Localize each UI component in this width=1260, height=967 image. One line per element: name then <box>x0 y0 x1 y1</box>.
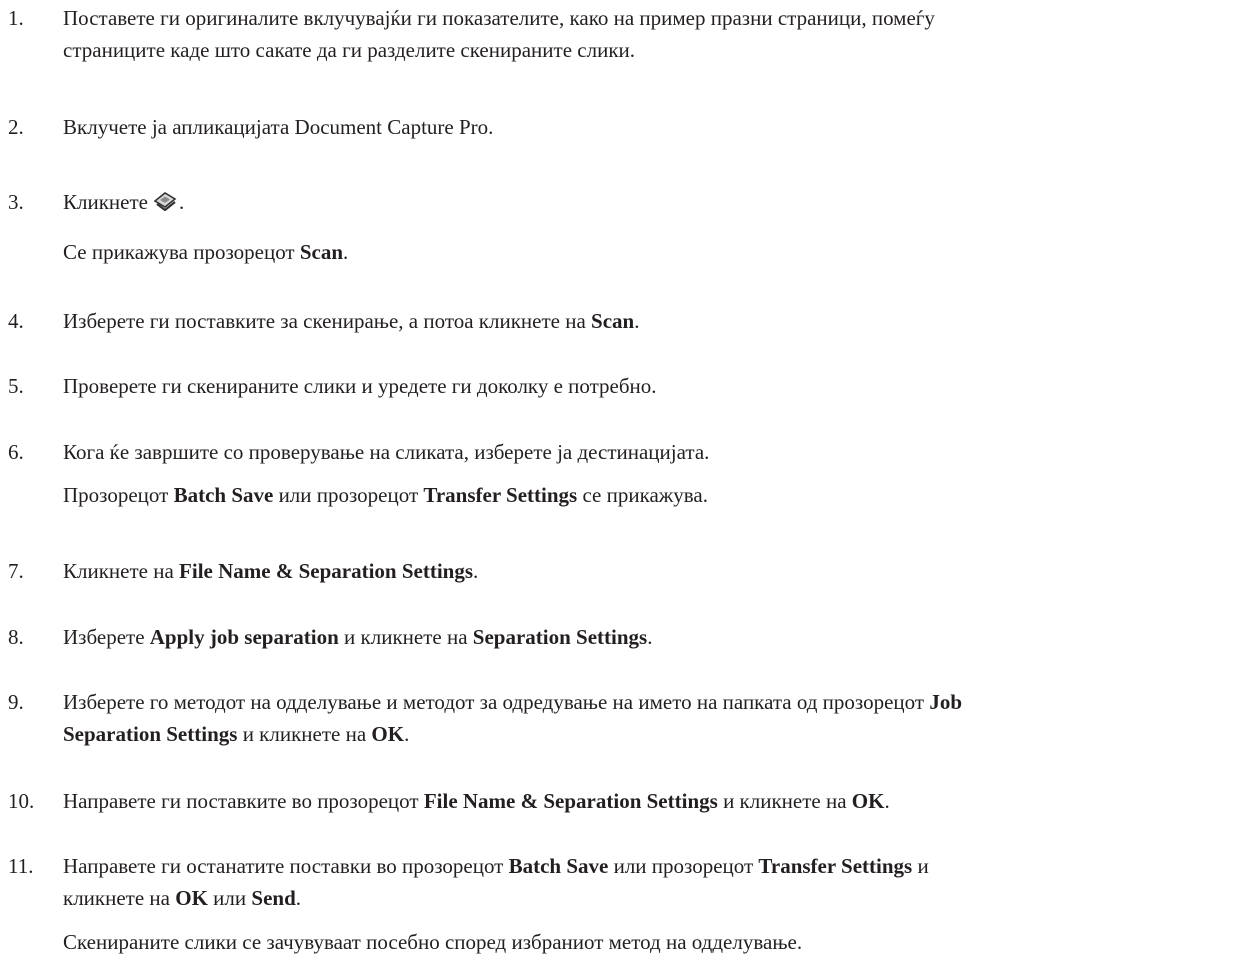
window-name-batch-save: Batch Save <box>508 854 609 878</box>
step-body: Вклучете ја апликацијата Document Captur… <box>63 111 1258 143</box>
step-body: Кликнете на File Name & Separation Setti… <box>63 555 1258 587</box>
step-text: Вклучете ја апликацијата Document Captur… <box>63 115 494 139</box>
button-name-ok: OK <box>175 886 208 910</box>
step-number: 1. <box>8 6 24 30</box>
step-number: 7. <box>8 559 24 583</box>
step-text: Изберете го методот на одделување и мето… <box>63 690 962 714</box>
button-name-scan: Scan <box>591 309 635 333</box>
button-name-ok: OK <box>371 722 405 746</box>
button-name-send: Send <box>251 886 296 910</box>
button-name-ok: OK <box>851 789 885 813</box>
step-number: 4. <box>8 309 24 333</box>
step-number: 6. <box>8 440 24 464</box>
step-text: Направете ги поставките во прозорецот Fi… <box>63 789 890 813</box>
window-name-batch-save: Batch Save <box>173 483 274 507</box>
window-name-transfer-settings: Transfer Settings <box>423 483 578 507</box>
window-name-job-part: Job <box>929 690 962 714</box>
step-body: Изберете Apply job separation и кликнете… <box>63 621 1258 653</box>
step-note: Се прикажува прозорецот Scan. <box>63 240 349 264</box>
option-name-apply-job-separation: Apply job separation <box>149 625 339 649</box>
button-name-separation-settings: Separation Settings <box>472 625 648 649</box>
step-text: Изберете Apply job separation и кликнете… <box>63 625 653 649</box>
step-text: Поставете ги оригиналите вклучувајќи ги … <box>63 6 935 30</box>
step-text-post: . <box>178 190 185 214</box>
step-note: Прозорецот Batch Save или прозорецот Tra… <box>63 483 709 507</box>
step-text-pre: Кликнете <box>63 190 148 214</box>
step-body: Поставете ги оригиналите вклучувајќи ги … <box>63 2 1258 66</box>
step-body: Направете ги останатите поставки во проз… <box>63 850 1258 958</box>
step-text: Направете ги останатите поставки во проз… <box>63 854 929 878</box>
step-text-continued: Separation Settings и кликнете на OK. <box>63 722 410 746</box>
step-number: 2. <box>8 115 24 139</box>
step-text-continued: кликнете на OK или Send. <box>63 886 301 910</box>
step-number: 3. <box>8 190 24 214</box>
button-name-file-name-separation: File Name & Separation Settings <box>179 559 474 583</box>
step-text-continued: страниците каде што сакате да ги раздели… <box>63 38 636 62</box>
window-name-file-name-separation: File Name & Separation Settings <box>423 789 718 813</box>
step-text: Кога ќе завршите со проверување на слика… <box>63 440 710 464</box>
step-text: Проверете ги скенираните слики и уредете… <box>63 374 657 398</box>
step-text: Кликнете. <box>63 186 1258 218</box>
step-body: Изберете ги поставките за скенирање, а п… <box>63 305 1258 337</box>
step-body: Кликнете. Се прикажува прозорецот Scan. <box>63 186 1258 268</box>
step-number: 5. <box>8 374 24 398</box>
step-text: Кликнете на File Name & Separation Setti… <box>63 559 479 583</box>
window-name-separation-settings-part: Separation Settings <box>63 722 238 746</box>
window-name-scan: Scan <box>299 240 344 264</box>
step-number: 11. <box>8 854 34 878</box>
step-body: Кога ќе завршите со проверување на слика… <box>63 436 1258 511</box>
step-body: Изберете го методот на одделување и мето… <box>63 686 1258 750</box>
step-number: 9. <box>8 690 24 714</box>
step-note: Скенираните слики се зачувуваат посебно … <box>63 930 803 954</box>
step-number: 8. <box>8 625 24 649</box>
scan-icon <box>152 188 178 212</box>
step-body: Проверете ги скенираните слики и уредете… <box>63 370 1258 402</box>
step-body: Направете ги поставките во прозорецот Fi… <box>63 785 1258 817</box>
window-name-transfer-settings: Transfer Settings <box>758 854 913 878</box>
step-text: Изберете ги поставките за скенирање, а п… <box>63 309 640 333</box>
step-number: 10. <box>8 789 35 813</box>
